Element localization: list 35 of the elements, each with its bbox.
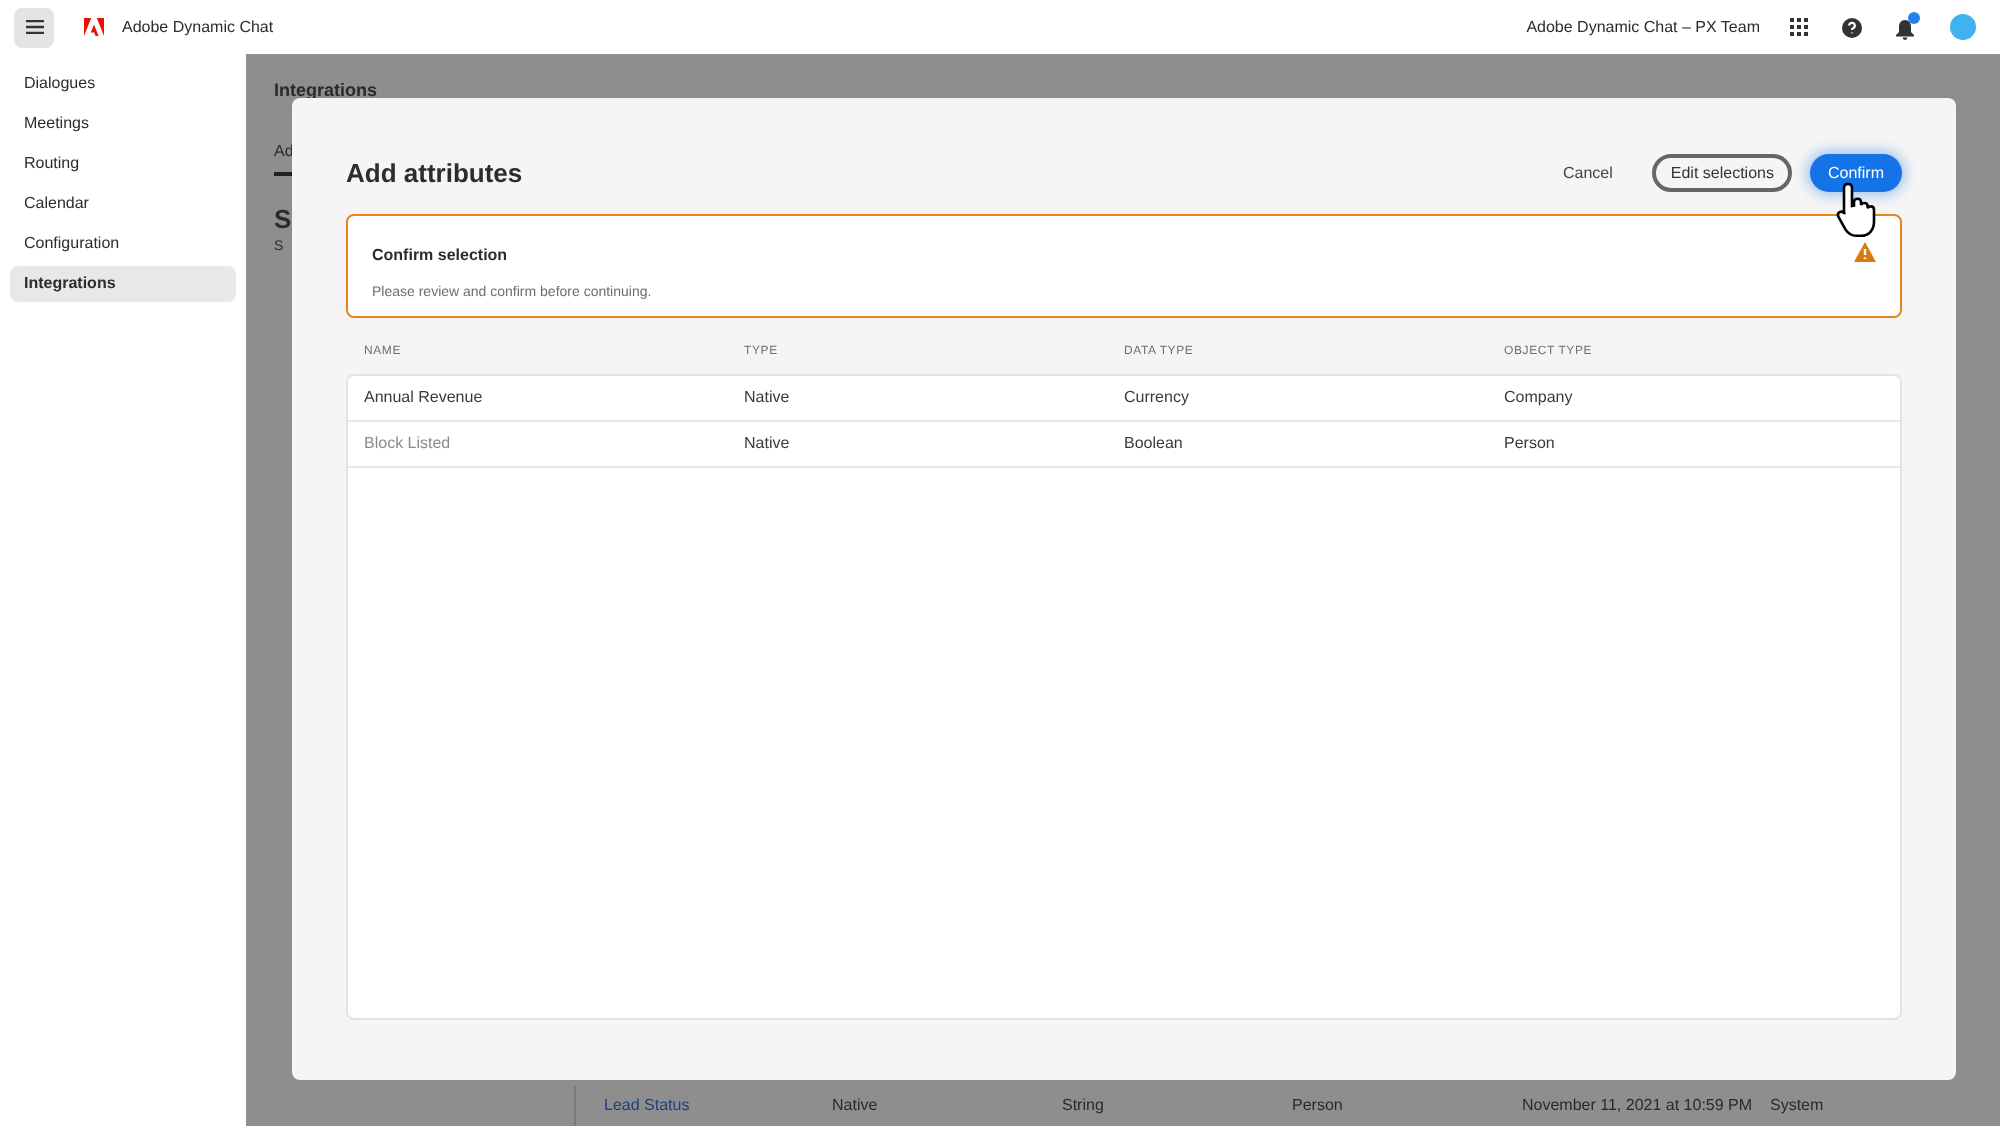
app-name: Adobe Dynamic Chat (122, 15, 274, 39)
dialog-title: Add attributes (346, 156, 523, 192)
notification-bell-icon[interactable] (1896, 19, 1914, 39)
edit-selections-button[interactable]: Edit selections (1652, 154, 1792, 193)
table-cell-text: Person (1292, 1094, 1345, 1118)
table-cell-text: Native (744, 385, 792, 409)
org-name[interactable]: Adobe Dynamic Chat – PX Team (1526, 15, 1760, 39)
warning-icon (1854, 241, 1876, 261)
help-icon[interactable] (1842, 17, 1862, 37)
table-cell-text: Native (832, 1094, 880, 1118)
table-cell-text: Native (744, 431, 792, 455)
apps-grid-icon[interactable] (1790, 18, 1808, 36)
table-cell-text: Person (1504, 431, 1557, 455)
table-cell-text: November 11, 2021 at 10:59 PM (1522, 1094, 1755, 1118)
sidebar-item[interactable]: Dialogues (10, 66, 236, 102)
table-cell-text: System (1770, 1094, 1826, 1118)
confirm-button[interactable]: Confirm (1809, 154, 1902, 193)
alert-title: Confirm selection (372, 243, 510, 267)
table-cell-text: Company (1504, 385, 1575, 409)
sidebar-item[interactable]: Configuration (10, 226, 236, 262)
page-title: Integrations (274, 78, 380, 104)
table-cell-text: String (1062, 1094, 1106, 1118)
table-cell-text: Annual Revenue (364, 385, 485, 409)
section-heading: S (274, 201, 292, 237)
menu-icon (25, 20, 43, 34)
table-cell-text: Currency (1124, 385, 1191, 409)
sidebar-item[interactable]: Routing (10, 146, 236, 182)
sidebar-item[interactable]: Meetings (10, 106, 236, 142)
table-cell-text: Block Listed (364, 431, 453, 455)
sidebar-item[interactable]: Calendar (10, 186, 236, 222)
sidebar-item[interactable]: Integrations (10, 266, 236, 302)
table-cell-text: Boolean (1124, 431, 1185, 455)
cancel-button[interactable]: Cancel (1542, 155, 1633, 192)
logo-icon (84, 18, 104, 36)
menu-button[interactable] (14, 7, 54, 47)
